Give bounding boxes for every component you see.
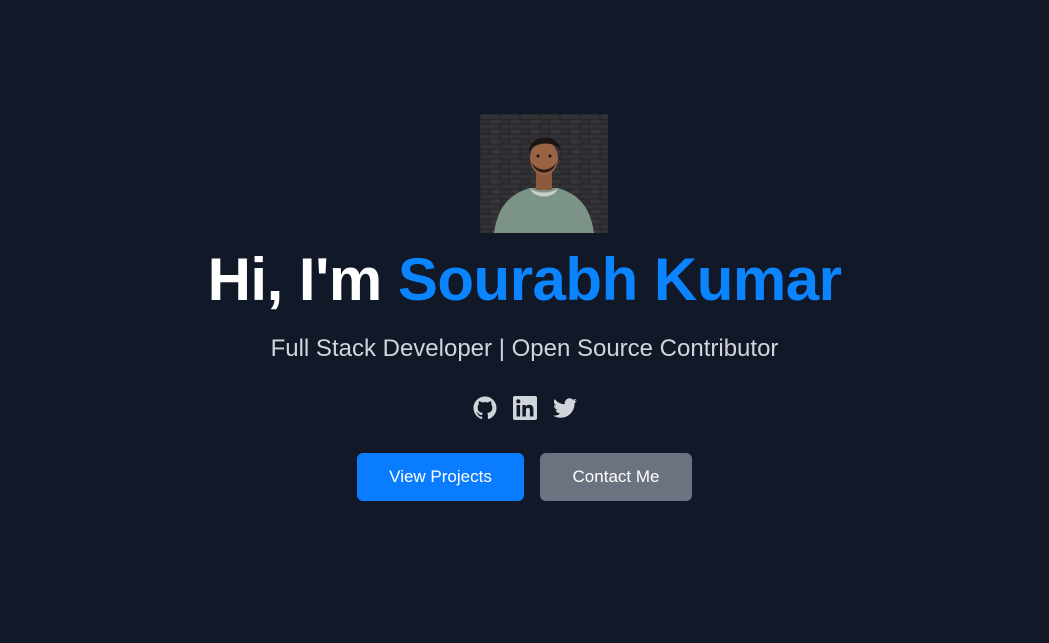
hero-headline: Hi, I'm Sourabh Kumar	[0, 244, 1049, 316]
twitter-link[interactable]	[552, 396, 577, 420]
contact-me-button[interactable]: Contact Me	[540, 453, 692, 501]
view-projects-button[interactable]: View Projects	[357, 453, 524, 501]
twitter-icon	[552, 398, 577, 418]
linkedin-link[interactable]	[512, 396, 537, 420]
github-link[interactable]	[473, 396, 497, 420]
github-icon	[473, 396, 497, 420]
name-text: Sourabh Kumar	[397, 246, 842, 313]
greeting-text: Hi, I'm	[207, 246, 383, 313]
hero-actions: View Projects Contact Me	[0, 453, 1049, 501]
social-links	[0, 396, 1049, 422]
avatar	[480, 114, 608, 233]
linkedin-icon	[512, 396, 537, 420]
hero-section: Hi, I'm Sourabh Kumar Full Stack Develop…	[0, 0, 1049, 643]
tagline: Full Stack Developer | Open Source Contr…	[270, 335, 779, 362]
